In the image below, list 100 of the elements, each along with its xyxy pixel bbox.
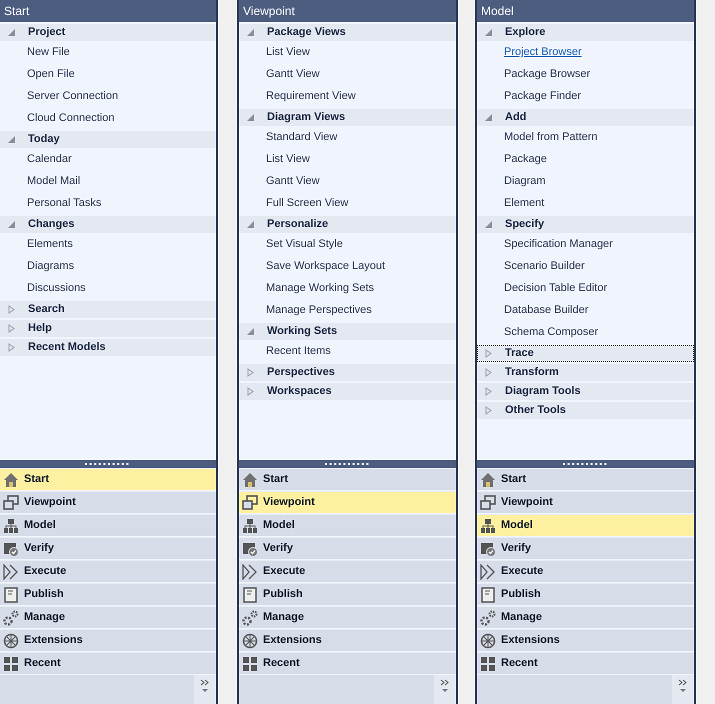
nav-button[interactable]: Verify bbox=[0, 537, 216, 559]
group-label: Perspectives bbox=[267, 365, 335, 380]
group-header[interactable]: Explore bbox=[477, 24, 694, 41]
nav-button[interactable]: Start bbox=[239, 468, 456, 490]
group-label: Project bbox=[28, 25, 66, 40]
menu-item[interactable]: Manage Working Sets bbox=[239, 277, 456, 299]
nav-button[interactable]: Start bbox=[477, 468, 694, 490]
group-header[interactable]: Working Sets bbox=[239, 323, 456, 340]
group-header[interactable]: Specify bbox=[477, 216, 694, 233]
group-label: Search bbox=[28, 302, 65, 317]
group-header[interactable]: Personalize bbox=[239, 216, 456, 233]
nav-button[interactable]: Execute bbox=[0, 560, 216, 582]
menu-item[interactable]: Package bbox=[477, 148, 694, 170]
menu-item[interactable]: Manage Perspectives bbox=[239, 299, 456, 321]
group-header[interactable]: Trace bbox=[477, 345, 694, 362]
nav-button[interactable]: Model bbox=[239, 514, 456, 536]
group-header[interactable]: Diagram Views bbox=[239, 109, 456, 126]
nav-button[interactable]: Extensions bbox=[477, 629, 694, 651]
nav-button[interactable]: Manage bbox=[477, 606, 694, 628]
nav-button[interactable]: Model bbox=[477, 514, 694, 536]
group-label: Changes bbox=[28, 217, 74, 232]
group-label: Add bbox=[505, 110, 526, 125]
group-header[interactable]: Transform bbox=[477, 364, 694, 381]
nav-button[interactable]: Viewpoint bbox=[0, 491, 216, 513]
nav-button[interactable]: Model bbox=[0, 514, 216, 536]
menu-item[interactable]: Server Connection bbox=[0, 85, 216, 107]
group-label: Transform bbox=[505, 365, 559, 380]
nav-button[interactable]: Execute bbox=[477, 560, 694, 582]
panel-title: Viewpoint bbox=[239, 0, 456, 22]
menu-item[interactable]: Gantt View bbox=[239, 170, 456, 192]
group-header[interactable]: Search bbox=[0, 301, 216, 318]
menu-item[interactable]: Decision Table Editor bbox=[477, 277, 694, 299]
nav-button[interactable]: Publish bbox=[0, 583, 216, 605]
link[interactable]: Project Browser bbox=[477, 41, 694, 63]
group-label: Today bbox=[28, 132, 60, 147]
panel-title: Model bbox=[477, 0, 694, 22]
group-label: Personalize bbox=[267, 217, 328, 232]
nav-button[interactable]: Recent bbox=[239, 652, 456, 674]
nav-button[interactable]: Viewpoint bbox=[477, 491, 694, 513]
menu-item[interactable]: Set Visual Style bbox=[239, 233, 456, 255]
group-header[interactable]: Other Tools bbox=[477, 402, 694, 419]
menu-item[interactable]: Standard View bbox=[239, 126, 456, 148]
menu-item[interactable]: Elements bbox=[0, 233, 216, 255]
menu-item[interactable]: Gantt View bbox=[239, 63, 456, 85]
menu-item[interactable]: Recent Items bbox=[239, 340, 456, 362]
menu-item[interactable]: Cloud Connection bbox=[0, 107, 216, 129]
menu-item[interactable]: New File bbox=[0, 41, 216, 63]
menu-item[interactable]: Package Browser bbox=[477, 63, 694, 85]
group-header[interactable]: Add bbox=[477, 109, 694, 126]
group-label: Trace bbox=[505, 346, 534, 361]
nav-button[interactable]: Extensions bbox=[239, 629, 456, 651]
nav-button[interactable]: Publish bbox=[239, 583, 456, 605]
menu-item[interactable]: Package Finder bbox=[477, 85, 694, 107]
nav-button[interactable]: Manage bbox=[0, 606, 216, 628]
menu-item[interactable]: Full Screen View bbox=[239, 192, 456, 214]
group-header[interactable]: Changes bbox=[0, 216, 216, 233]
menu-item[interactable]: Element bbox=[477, 192, 694, 214]
group-header[interactable]: Help bbox=[0, 320, 216, 337]
menu-item[interactable]: Diagram bbox=[477, 170, 694, 192]
group-header[interactable]: Today bbox=[0, 131, 216, 148]
nav-button[interactable]: Execute bbox=[239, 560, 456, 582]
nav-button[interactable]: Verify bbox=[239, 537, 456, 559]
panel-title: Start bbox=[0, 0, 216, 22]
group-header[interactable]: Project bbox=[0, 24, 216, 41]
menu-item[interactable]: Diagrams bbox=[0, 255, 216, 277]
menu-item[interactable]: Scenario Builder bbox=[477, 255, 694, 277]
nav-button[interactable]: Start bbox=[0, 468, 216, 490]
nav-button[interactable]: Recent bbox=[0, 652, 216, 674]
group-header[interactable]: Recent Models bbox=[0, 339, 216, 356]
group-header[interactable]: Perspectives bbox=[239, 364, 456, 381]
menu-item[interactable]: Model from Pattern bbox=[477, 126, 694, 148]
menu-item[interactable]: Schema Composer bbox=[477, 321, 694, 343]
nav-button[interactable]: Publish bbox=[477, 583, 694, 605]
menu-item[interactable]: Model Mail bbox=[0, 170, 216, 192]
menu-item[interactable]: Open File bbox=[0, 63, 216, 85]
menu-item[interactable]: Calendar bbox=[0, 148, 216, 170]
group-header[interactable]: Diagram Tools bbox=[477, 383, 694, 400]
group-label: Help bbox=[28, 321, 52, 336]
menu-item[interactable]: List View bbox=[239, 148, 456, 170]
group-label: Diagram Tools bbox=[505, 384, 581, 399]
group-header[interactable]: Workspaces bbox=[239, 383, 456, 400]
group-label: Working Sets bbox=[267, 324, 338, 339]
menu-item[interactable]: Database Builder bbox=[477, 299, 694, 321]
nav-button[interactable]: Manage bbox=[239, 606, 456, 628]
menu-item[interactable]: List View bbox=[239, 41, 456, 63]
menu-item[interactable]: Specification Manager bbox=[477, 233, 694, 255]
nav-button[interactable]: Viewpoint bbox=[239, 491, 456, 513]
group-label: Diagram Views bbox=[267, 110, 346, 125]
menu-item[interactable]: Save Workspace Layout bbox=[239, 255, 456, 277]
menu-item[interactable]: Personal Tasks bbox=[0, 192, 216, 214]
group-header[interactable]: Package Views bbox=[239, 24, 456, 41]
group-label: Recent Models bbox=[28, 340, 106, 355]
menu-item[interactable]: Discussions bbox=[0, 277, 216, 299]
group-label: Specify bbox=[505, 217, 544, 232]
nav-button[interactable]: Verify bbox=[477, 537, 694, 559]
nav-button[interactable]: Recent bbox=[477, 652, 694, 674]
menu-item[interactable]: Requirement View bbox=[239, 85, 456, 107]
group-label: Package Views bbox=[267, 25, 346, 40]
group-label: Explore bbox=[505, 25, 546, 40]
nav-button[interactable]: Extensions bbox=[0, 629, 216, 651]
